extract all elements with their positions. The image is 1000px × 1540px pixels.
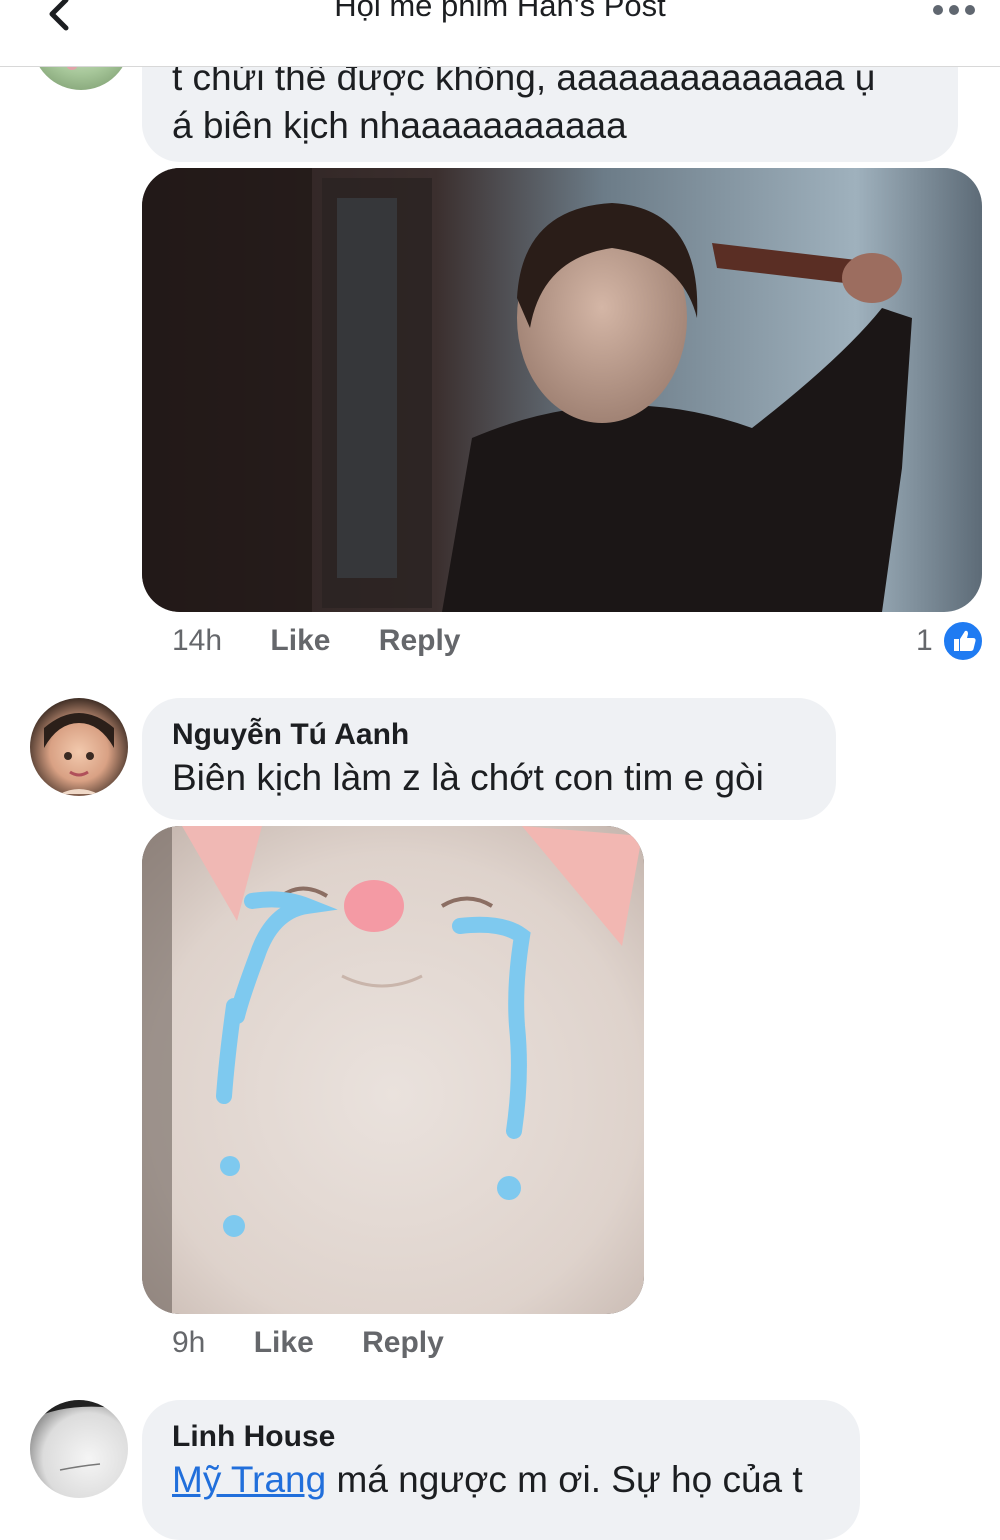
photo-man-with-bat bbox=[142, 168, 982, 612]
reply-button[interactable]: Reply bbox=[362, 1326, 444, 1360]
comment-bubble: Nguyễn Tú Aanh Biên kịch làm z là chớt c… bbox=[142, 698, 836, 820]
top-nav-bar: Hội mê phim Hàn's Post bbox=[0, 0, 1000, 67]
comment-author[interactable]: Linh House bbox=[172, 1418, 830, 1456]
avatar[interactable] bbox=[30, 698, 128, 796]
reply-button[interactable]: Reply bbox=[379, 624, 461, 658]
avatar[interactable] bbox=[30, 1400, 128, 1498]
comment-text: Biên kịch làm z là chớt con tim e gòi bbox=[172, 757, 764, 798]
reaction-count[interactable]: 1 bbox=[916, 624, 933, 658]
more-options-button[interactable] bbox=[932, 0, 976, 20]
comment-timestamp: 9h bbox=[172, 1326, 206, 1359]
more-dots-icon bbox=[933, 5, 975, 15]
comment-photo-attachment[interactable] bbox=[142, 826, 644, 1314]
like-button[interactable]: Like bbox=[254, 1326, 314, 1360]
reaction-badge[interactable] bbox=[941, 619, 985, 663]
comment-text: Mỹ Trang má ngược m ơi. Sự họ của t bbox=[172, 1456, 830, 1504]
comment-actions: 14h Like Reply bbox=[172, 624, 500, 658]
comment-actions: 9h Like Reply bbox=[172, 1326, 484, 1360]
comment-photo-attachment[interactable] bbox=[142, 168, 982, 612]
comment-author[interactable]: Nguyễn Tú Aanh bbox=[172, 716, 806, 754]
like-button[interactable]: Like bbox=[270, 624, 330, 658]
thumbs-up-icon bbox=[954, 630, 976, 651]
page-title: Hội mê phim Hàn's Post bbox=[334, 0, 666, 23]
comment-timestamp: 14h bbox=[172, 624, 223, 657]
mention-link[interactable]: Mỹ Trang bbox=[172, 1459, 326, 1500]
comment-bubble: Linh House Mỹ Trang má ngược m ơi. Sự họ… bbox=[142, 1400, 860, 1540]
comment-text-body: má ngược m ơi. Sự họ của t bbox=[326, 1459, 803, 1500]
comment-text-line: á biên kịch nhaaaaaaaaaaa bbox=[172, 105, 627, 146]
photo-crying-cat bbox=[142, 826, 644, 1314]
